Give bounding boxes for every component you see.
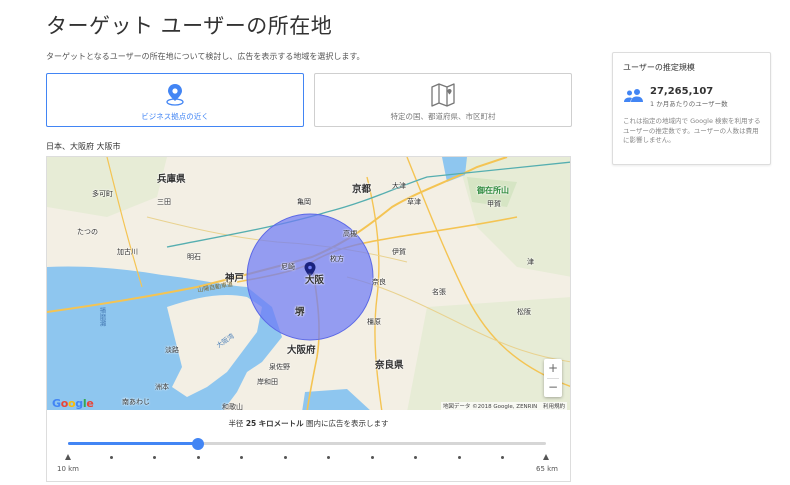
option-specific-region-label: 特定の国、都道府県、市区町村 — [390, 112, 496, 121]
map-label-matsusaka: 松阪 — [517, 308, 531, 316]
map-label-hyogo: 兵庫県 — [157, 174, 186, 185]
estimate-card: ユーザーの推定規模 27,265,107 1 か月あたりのユーザー数 これは指定… — [612, 52, 771, 165]
page-title: ターゲット ユーザーの所在地 — [46, 14, 333, 38]
slider-tick — [501, 456, 505, 459]
map-label-akashi: 明石 — [187, 253, 201, 261]
map-label-iga: 伊賀 — [392, 248, 406, 256]
estimate-count: 27,265,107 — [650, 86, 714, 97]
estimate-heading: ユーザーの推定規模 — [623, 63, 695, 72]
map-label-koka: 甲賀 — [487, 200, 501, 208]
google-logo: Google — [52, 397, 94, 410]
option-near-business-label: ビジネス拠点の近く — [141, 112, 209, 121]
map-label-minamiawaji: 南あわじ — [122, 398, 150, 406]
map-label-awaji: 淡路 — [165, 346, 179, 354]
map-label-kyoto: 京都 — [352, 184, 372, 195]
zoom-in-button[interactable]: + — [544, 359, 562, 378]
location-pin-icon — [164, 83, 186, 111]
slider-tick — [370, 456, 374, 459]
map-label-hirakata: 枚方 — [330, 255, 344, 263]
page-description: ターゲットとなるユーザーの所在地について検討し、広告を表示する地域を選択します。 — [46, 52, 365, 61]
map-label-izumisano: 泉佐野 — [269, 363, 290, 371]
map-label-kashihara: 橿原 — [367, 318, 381, 326]
estimate-count-sub: 1 か月あたりのユーザー数 — [650, 100, 728, 108]
radius-text: 半径 25 キロメートル 圏内に広告を表示します — [47, 418, 570, 429]
radius-suffix: 圏内に広告を表示します — [306, 419, 389, 428]
map-label-kusatsu: 草津 — [407, 198, 421, 206]
radius-value: 25 — [245, 419, 257, 428]
map-label-nara-pref: 奈良県 — [375, 360, 404, 371]
map-label-gozaisho: 御在所山 — [477, 186, 509, 195]
slider-tick — [240, 456, 244, 459]
radius-min-label: 10 km — [57, 465, 80, 473]
map-label-takatsuki: 高槻 — [343, 230, 357, 238]
radius-unit: キロメートル — [258, 419, 304, 428]
map-label-osaka: 大阪 — [305, 275, 325, 286]
option-specific-region-card[interactable]: 特定の国、都道府県、市区町村 — [314, 73, 572, 127]
slider-end-marker — [64, 454, 71, 460]
radius-slider-track[interactable] — [68, 437, 546, 450]
slider-tick — [283, 456, 287, 459]
radius-max-label: 65 km — [535, 465, 558, 473]
location-label: 日本、大阪府 大阪市 — [46, 142, 121, 151]
zoom-divider — [547, 378, 559, 379]
map[interactable]: 兵庫県 多可町 三田 たつの 加古川 明石 神戸 尼崎 大阪 堺 京都 大津 草… — [46, 156, 571, 411]
map-label-kakogawa: 加古川 — [117, 248, 138, 256]
map-label-nabari: 名張 — [432, 288, 446, 296]
map-label-nara: 奈良 — [372, 278, 386, 286]
radius-slider-thumb[interactable] — [192, 437, 205, 450]
radius-prefix: 半径 — [228, 419, 244, 428]
slider-tick — [327, 456, 331, 459]
estimate-note: これは指定の地域内で Google 検索を利用するユーザーの推定数です。ユーザー… — [623, 117, 761, 144]
zoom-control: + − — [544, 359, 562, 397]
option-near-business-card[interactable]: ビジネス拠点の近く — [46, 73, 304, 127]
map-label-amagasaki: 尼崎 — [281, 263, 295, 271]
map-label-tsu: 津 — [527, 258, 534, 266]
slider-end-marker — [542, 454, 549, 460]
users-icon — [623, 87, 645, 106]
slider-tick — [414, 456, 418, 459]
map-label-tatsuno: たつの — [77, 228, 98, 236]
map-label-sanda: 三田 — [157, 198, 171, 206]
map-attribution[interactable]: 地図データ ©2018 Google, ZENRIN 利用規約 — [440, 402, 567, 410]
slider-tick — [196, 456, 200, 459]
folded-map-icon — [430, 83, 456, 111]
map-label-sumoto: 洲本 — [155, 383, 169, 391]
map-label-sakai: 堺 — [295, 307, 305, 318]
zoom-out-button[interactable]: − — [544, 378, 562, 397]
radius-slider-fill — [68, 442, 199, 445]
slider-tick — [109, 456, 113, 459]
map-label-otsu: 大津 — [392, 182, 406, 190]
slider-tick — [153, 456, 157, 459]
map-label-harima-sea: 播磨灘 — [98, 307, 106, 327]
map-label-kameoka: 亀岡 — [297, 198, 311, 206]
radius-panel: 半径 25 キロメートル 圏内に広告を表示します 10 km 65 km — [46, 410, 571, 482]
map-label-taka: 多可町 — [92, 190, 113, 198]
map-label-osaka-pref: 大阪府 — [287, 345, 316, 356]
slider-tick — [457, 456, 461, 459]
map-label-kishiwada: 岸和田 — [257, 378, 278, 386]
